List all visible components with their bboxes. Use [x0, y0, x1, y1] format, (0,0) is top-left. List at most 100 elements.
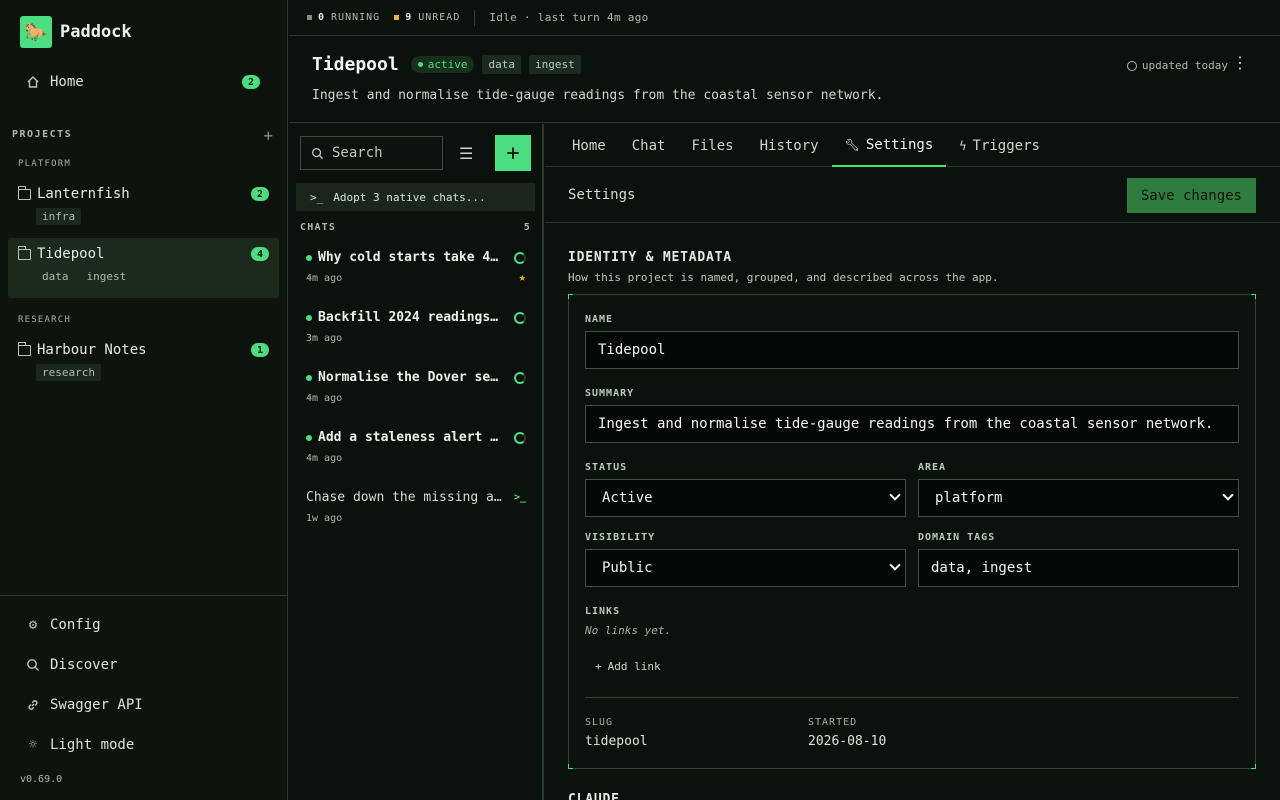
sidebar-item-home[interactable]: Home 2 [12, 66, 276, 98]
project-title: Tidepool [312, 54, 399, 75]
active-dot-icon [306, 254, 312, 261]
search-icon [312, 147, 324, 159]
more-options-icon[interactable]: ⋮ [1232, 55, 1248, 71]
status-text: active [427, 58, 468, 71]
sidebar-item-tidepool[interactable]: Tidepool 4 data ingest [8, 238, 279, 298]
chat-list-item[interactable]: Why cold starts take 40s... 4m ago ★ [306, 250, 526, 284]
project-tag: research [36, 364, 101, 381]
slug-value: tidepool [585, 734, 648, 749]
tab-label: Chat [631, 137, 666, 154]
project-name: Tidepool [37, 246, 105, 262]
add-link-button[interactable]: + Add link [595, 660, 661, 673]
search-input[interactable]: Search [300, 136, 443, 170]
folder-icon [17, 245, 31, 260]
sidebar-footer [0, 595, 287, 596]
name-label: NAME [585, 314, 614, 325]
adopt-label: Adopt 3 native chats... [333, 190, 486, 204]
tab-label: Settings [865, 136, 934, 153]
add-project-button[interactable]: + [263, 126, 273, 145]
links-label: LINKS [585, 606, 621, 617]
spinner-icon [514, 371, 526, 384]
terminal-icon: >_ [513, 492, 526, 503]
app-name: Paddock [60, 22, 132, 42]
project-name: Harbour Notes [37, 342, 147, 358]
project-tag: data [42, 270, 69, 283]
divider [585, 697, 1239, 698]
running-count: 0 [318, 12, 326, 23]
section-description: How this project is named, grouped, and … [568, 271, 999, 284]
divider [474, 9, 476, 26]
domain-tags-field[interactable]: data, ingest [918, 549, 1239, 587]
unread-square-icon [394, 15, 400, 20]
spinner-icon [514, 311, 526, 324]
active-dot-icon [306, 434, 312, 441]
project-tag: infra [36, 208, 82, 225]
tab-home[interactable]: Home [559, 124, 619, 167]
sun-icon: ☼ [28, 737, 38, 753]
name-field[interactable]: Tidepool [585, 331, 1239, 369]
updated-text: updated today [1141, 59, 1228, 72]
chat-list-item[interactable]: Add a staleness alert fo... 4m ago [306, 430, 526, 464]
project-tabs: Home Chat Files History 🔧︎ Settings ϟ Trig… [545, 124, 1280, 167]
visibility-label: VISIBILITY [585, 532, 656, 543]
sidebar-item-label: Home [50, 74, 84, 90]
sidebar-item-label: Discover [50, 657, 118, 673]
plus-icon: + [595, 660, 602, 673]
star-icon[interactable]: ★ [519, 270, 526, 284]
status-bar: 0 RUNNING 9 UNREAD Idle · last turn 4m a… [289, 0, 1280, 36]
status-dot-icon [417, 62, 423, 67]
chat-time: 4m ago [306, 453, 343, 464]
tab-files[interactable]: Files [678, 124, 746, 167]
domain-tags-label: DOMAIN TAGS [918, 532, 996, 543]
spinner-icon [514, 251, 526, 264]
sidebar-item-label: Swagger API [50, 697, 143, 713]
tab-triggers[interactable]: ϟ Triggers [946, 124, 1053, 167]
status-select[interactable]: Active [585, 479, 906, 517]
horse-logo-icon: 🐎 [20, 16, 52, 48]
sidebar-item-config[interactable]: ⚙ Config [26, 617, 101, 633]
sidebar-item-discover[interactable]: Discover [26, 657, 117, 673]
tab-chat[interactable]: Chat [619, 124, 679, 167]
started-label: STARTED [808, 717, 858, 728]
tab-history[interactable]: History [747, 124, 832, 167]
sidebar-item-harbour-notes[interactable]: Harbour Notes 1 research [8, 334, 279, 387]
chat-title: Add a staleness alert fo... [318, 430, 504, 445]
group-label-platform: PLATFORM [18, 159, 71, 169]
slug-label: SLUG [585, 717, 614, 728]
area-label: AREA [918, 462, 947, 473]
status-badge: active [410, 56, 475, 73]
chat-time: 3m ago [306, 333, 343, 344]
clock-icon [1126, 60, 1137, 71]
area-select[interactable]: platform [918, 479, 1239, 517]
chat-list-item[interactable]: Backfill 2024 readings f... 3m ago [306, 310, 526, 344]
summary-field[interactable]: Ingest and normalise tide-gauge readings… [585, 405, 1239, 443]
chat-list-item[interactable]: Normalise the Dover sens... 4m ago [306, 370, 526, 404]
chat-list-panel: Search ☰ + >_ Adopt 3 native chats... CH… [289, 124, 544, 800]
sidebar-item-lanternfish[interactable]: Lanternfish 2 infra [8, 178, 279, 231]
sidebar-item-light-mode[interactable]: ☼ Light mode [26, 737, 135, 753]
status-label: STATUS [585, 462, 628, 473]
new-chat-button[interactable]: + [495, 135, 531, 171]
brand[interactable]: 🐎 Paddock [20, 16, 132, 48]
tab-label: Files [691, 137, 734, 154]
chat-title: Normalise the Dover sens... [318, 370, 504, 385]
tab-settings[interactable]: 🔧︎ Settings [831, 124, 947, 167]
project-tag: ingest [528, 55, 581, 74]
list-view-icon[interactable]: ☰ [459, 144, 473, 163]
folder-icon [17, 341, 31, 356]
adopt-chats-button[interactable]: >_ Adopt 3 native chats... [296, 183, 535, 211]
sidebar-item-swagger-api[interactable]: Swagger API [26, 697, 143, 713]
chevron-down-icon [889, 489, 901, 501]
section-heading-claude: CLAUDE [568, 792, 620, 800]
chat-list-item[interactable]: Chase down the missing arc... >_ 1w ago [306, 490, 526, 524]
sidebar-item-label: Config [50, 617, 101, 633]
updated-indicator: updated today [1126, 59, 1228, 72]
sidebar-item-label: Light mode [50, 737, 135, 753]
running-indicator[interactable]: 0 RUNNING [307, 12, 380, 23]
started-value: 2026-08-10 [808, 734, 887, 749]
unread-count: 9 [405, 12, 413, 23]
identity-card: NAME Tidepool SUMMARY Ingest and normali… [568, 294, 1256, 769]
visibility-select[interactable]: Public [585, 549, 906, 587]
save-changes-button[interactable]: Save changes [1126, 178, 1256, 213]
unread-indicator[interactable]: 9 UNREAD [394, 12, 460, 23]
